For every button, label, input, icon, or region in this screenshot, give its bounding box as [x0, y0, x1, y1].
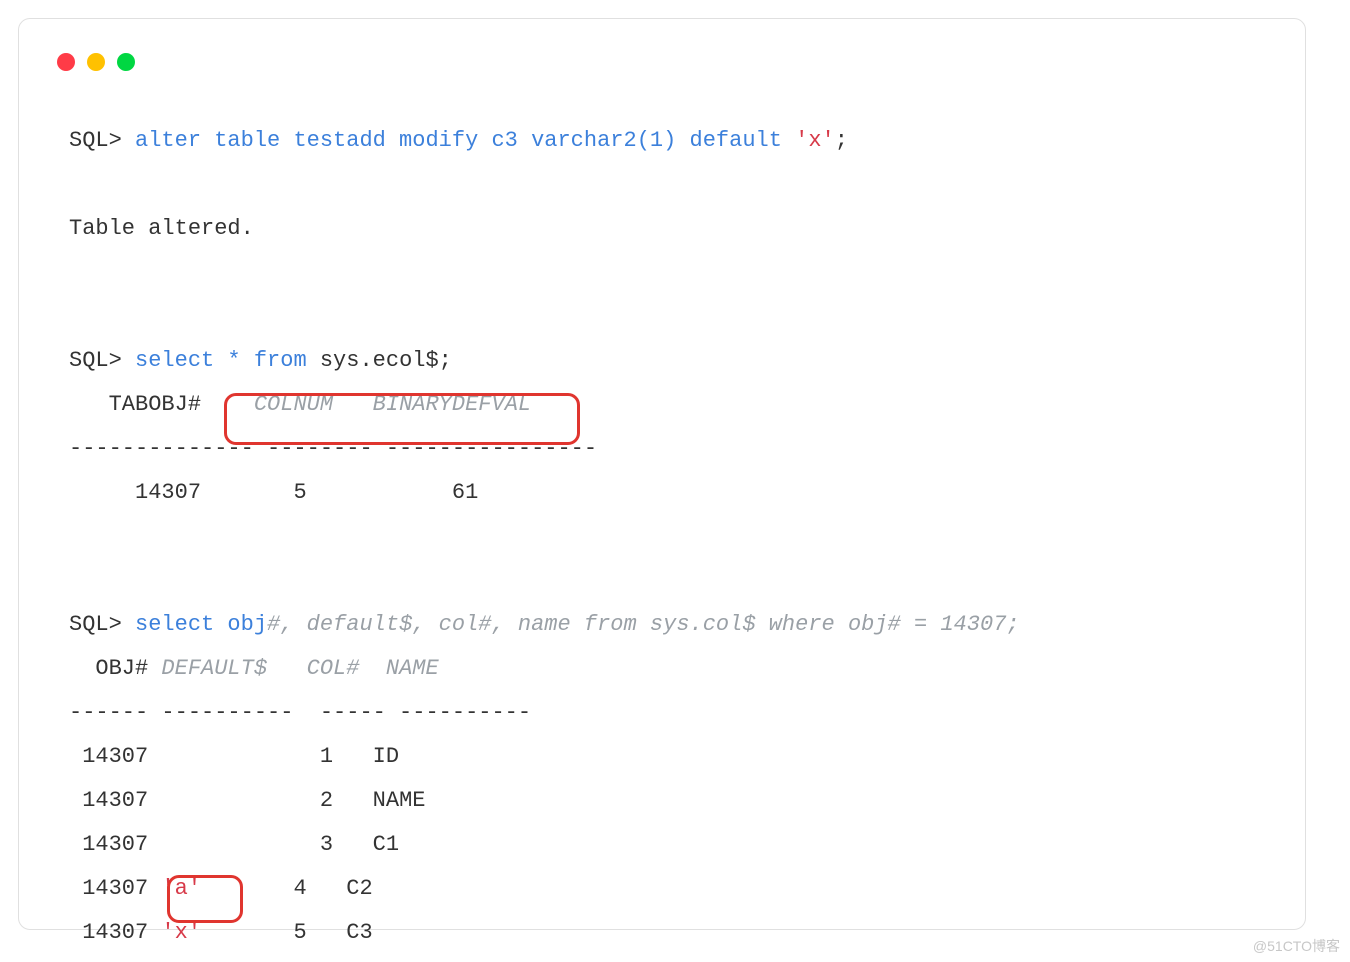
col-row-1-def: [148, 788, 293, 813]
col-row-2-def: [148, 832, 293, 857]
sql-prompt: SQL>: [69, 348, 122, 373]
ecol-row-binarydefval: 61: [307, 480, 479, 505]
col-row-3-obj: 14307: [69, 876, 148, 901]
sql-cmd-2b: sys.ecol$;: [307, 348, 452, 373]
col-hdr-default: DEFAULT$: [148, 656, 306, 681]
col-hdr-name: NAME: [386, 656, 439, 681]
col-hdr-obj: OBJ#: [69, 656, 148, 681]
col-row-0-name: ID: [373, 744, 399, 769]
sql-cmd-1-end: ;: [835, 128, 848, 153]
sql-cmd-3a: select obj: [122, 612, 267, 637]
sql-cmd-1-string: 'x': [795, 128, 835, 153]
terminal-output: SQL> alter table testadd modify c3 varch…: [69, 119, 1265, 899]
col-row-3-name: C2: [346, 876, 372, 901]
ecol-hdr-colnum: COLNUM: [254, 392, 373, 417]
sql-cmd-1: alter table testadd modify c3 varchar2(1…: [122, 128, 795, 153]
col-row-4-def: 'x': [161, 920, 201, 945]
maximize-icon[interactable]: [117, 53, 135, 71]
col-row-1-col: 2: [293, 788, 372, 813]
col-row-2-col: 3: [293, 832, 372, 857]
close-icon[interactable]: [57, 53, 75, 71]
col-row-1-obj: 14307: [69, 788, 148, 813]
col-row-2-obj: 14307: [69, 832, 148, 857]
col-row-0-col: 1: [293, 744, 372, 769]
terminal-window: SQL> alter table testadd modify c3 varch…: [18, 18, 1306, 930]
col-row-4-col: 5: [280, 920, 346, 945]
window-controls: [57, 53, 135, 71]
col-row-3-col: 4: [280, 876, 346, 901]
sql-msg-1: Table altered.: [69, 216, 254, 241]
col-row-0-def: [148, 744, 293, 769]
watermark: @51CTO博客: [1253, 936, 1340, 956]
col-row-3-def: 'a': [161, 876, 201, 901]
col-row-4-name: C3: [346, 920, 372, 945]
col-row-4-def-pad: [201, 920, 280, 945]
col-row-3-def-pre: [148, 876, 161, 901]
ecol-row-tabobj: 14307: [69, 480, 201, 505]
col-row-1-name: NAME: [373, 788, 426, 813]
sql-cmd-2a: select *: [122, 348, 254, 373]
col-divider: ------ ---------- ----- ----------: [69, 700, 531, 725]
col-row-4-def-pre: [148, 920, 161, 945]
minimize-icon[interactable]: [87, 53, 105, 71]
col-row-2-name: C1: [373, 832, 399, 857]
ecol-divider: -------------- -------- ----------------: [69, 436, 597, 461]
sql-cmd-3-comment: #, default$, col#, name from sys.col$ wh…: [267, 612, 1020, 637]
col-row-3-def-pad: [201, 876, 280, 901]
col-hdr-col: COL#: [307, 656, 386, 681]
col-row-4-obj: 14307: [69, 920, 148, 945]
ecol-row-colnum: 5: [201, 480, 307, 505]
ecol-hdr-tabobj: TABOBJ#: [69, 392, 254, 417]
sql-cmd-2-from: from: [254, 348, 307, 373]
sql-prompt: SQL>: [69, 128, 122, 153]
col-row-0-obj: 14307: [69, 744, 148, 769]
ecol-hdr-binarydefval: BINARYDEFVAL: [373, 392, 531, 417]
sql-prompt: SQL>: [69, 612, 122, 637]
